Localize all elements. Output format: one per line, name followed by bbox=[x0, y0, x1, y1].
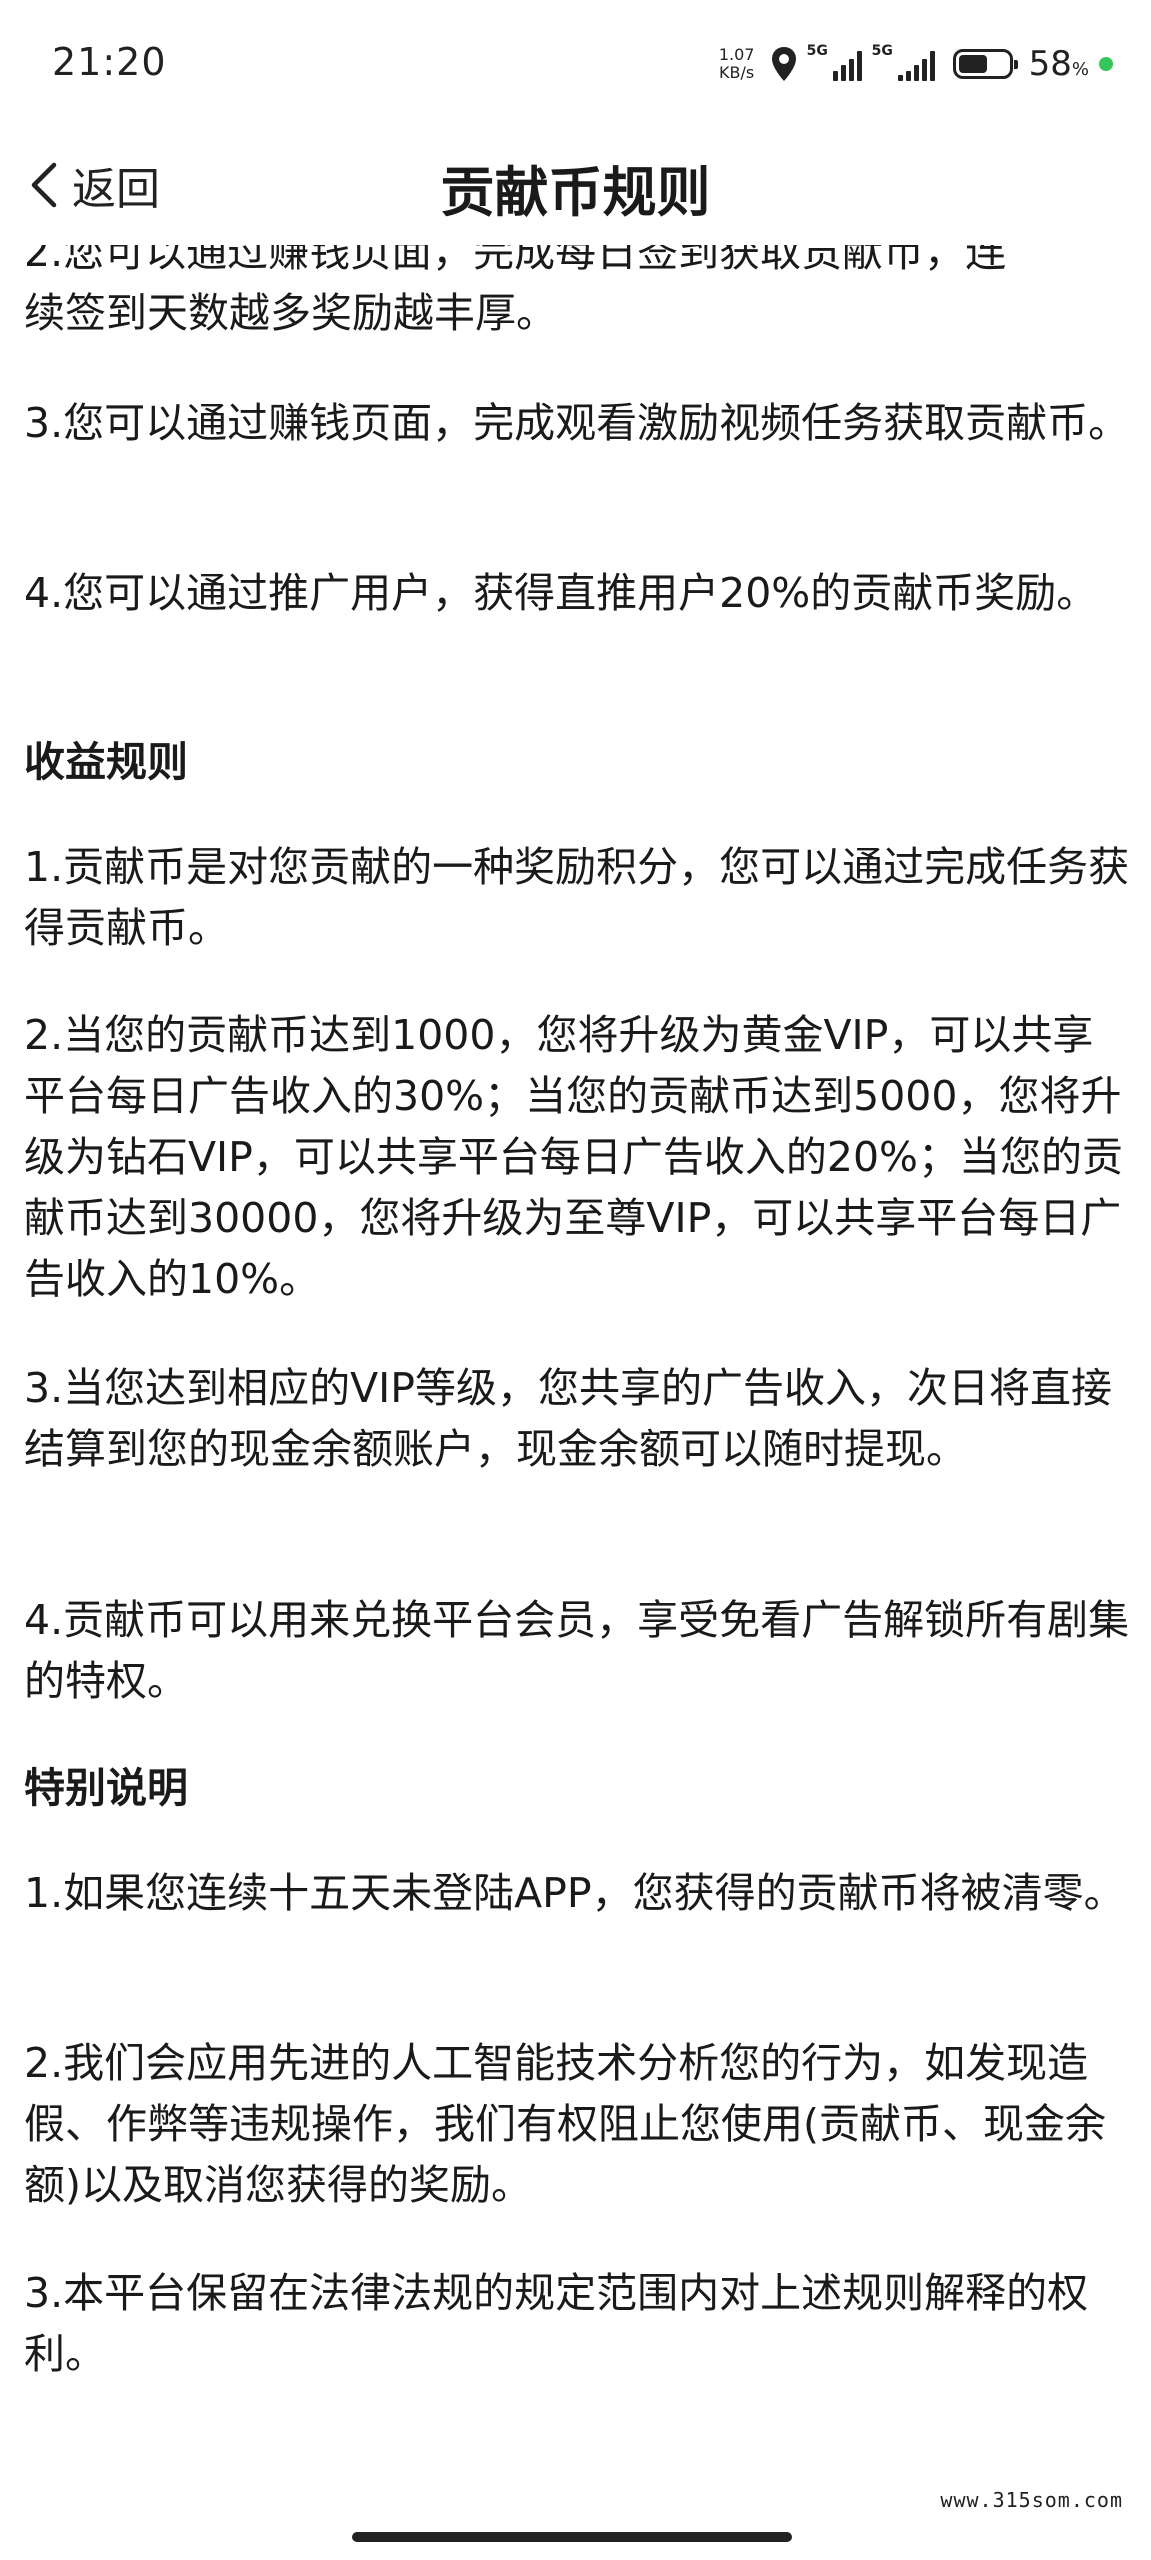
watermark: www.315som.com bbox=[940, 2488, 1123, 2512]
section-title-income: 收益规则 bbox=[24, 738, 188, 786]
income-rule-item: 2.当您的贡献币达到1000，您将升级为黄金VIP，可以共享平台每日广告收入的3… bbox=[24, 1011, 1123, 1303]
privacy-indicator-dot bbox=[1099, 57, 1113, 71]
battery-icon bbox=[952, 49, 1018, 79]
network-speed-unit: KB/s bbox=[719, 63, 755, 82]
status-bar: 21:20 1.07 KB/s 5G 5G 58% bbox=[0, 0, 1151, 130]
rule-line: 续签到天数越多奖励越丰厚。 bbox=[24, 289, 557, 337]
home-indicator[interactable] bbox=[352, 2532, 792, 2542]
signal-icon: 5G bbox=[872, 43, 935, 81]
nav-bar: 返回 贡献币规则 bbox=[0, 130, 1151, 245]
signal-type-label: 5G bbox=[871, 43, 893, 59]
income-rule-item: 4.贡献币可以用来兑换平台会员，享受免看广告解锁所有剧集的特权。 bbox=[24, 1596, 1130, 1705]
section-title-special: 特别说明 bbox=[24, 1764, 188, 1812]
status-time: 21:20 bbox=[52, 40, 167, 84]
special-rule-item: 3.本平台保留在法律法规的规定范围内对上述规则解释的权利。 bbox=[24, 2269, 1089, 2378]
earn-rule-item: 4.您可以通过推广用户，获得直推用户20%的贡献币奖励。 bbox=[24, 569, 1098, 617]
earn-rule-item: 3.您可以通过赚钱页面，完成观看激励视频任务获取贡献币。 bbox=[24, 399, 1130, 447]
location-icon bbox=[771, 47, 796, 81]
network-speed-value: 1.07 bbox=[718, 45, 755, 64]
income-rule-item: 3.当您达到相应的VIP等级，您共享的广告收入，次日将直接结算到您的现金余额账户… bbox=[24, 1364, 1112, 1473]
page-title: 贡献币规则 bbox=[440, 161, 711, 224]
special-rule-item: 1.如果您连续十五天未登陆APP，您获得的贡献币将被清零。 bbox=[24, 1869, 1125, 1917]
signal-icon: 5G bbox=[807, 43, 862, 81]
rules-content[interactable]: 2.您可以通过赚钱页面，完成每日签到获取贡献币，连 续签到天数越多奖励越丰厚。 … bbox=[0, 0, 1151, 2560]
status-icons: 1.07 KB/s 5G 5G 58% bbox=[713, 42, 1113, 86]
battery-percent: 58% bbox=[1028, 44, 1089, 84]
income-rule-item: 1.贡献币是对您贡献的一种奖励积分，您可以通过完成任务获得贡献币。 bbox=[24, 843, 1130, 952]
signal-type-label: 5G bbox=[806, 43, 828, 59]
special-rule-item: 2.我们会应用先进的人工智能技术分析您的行为，如发现造假、作弊等违规操作，我们有… bbox=[24, 2039, 1106, 2209]
network-speed: 1.07 KB/s bbox=[713, 46, 761, 82]
